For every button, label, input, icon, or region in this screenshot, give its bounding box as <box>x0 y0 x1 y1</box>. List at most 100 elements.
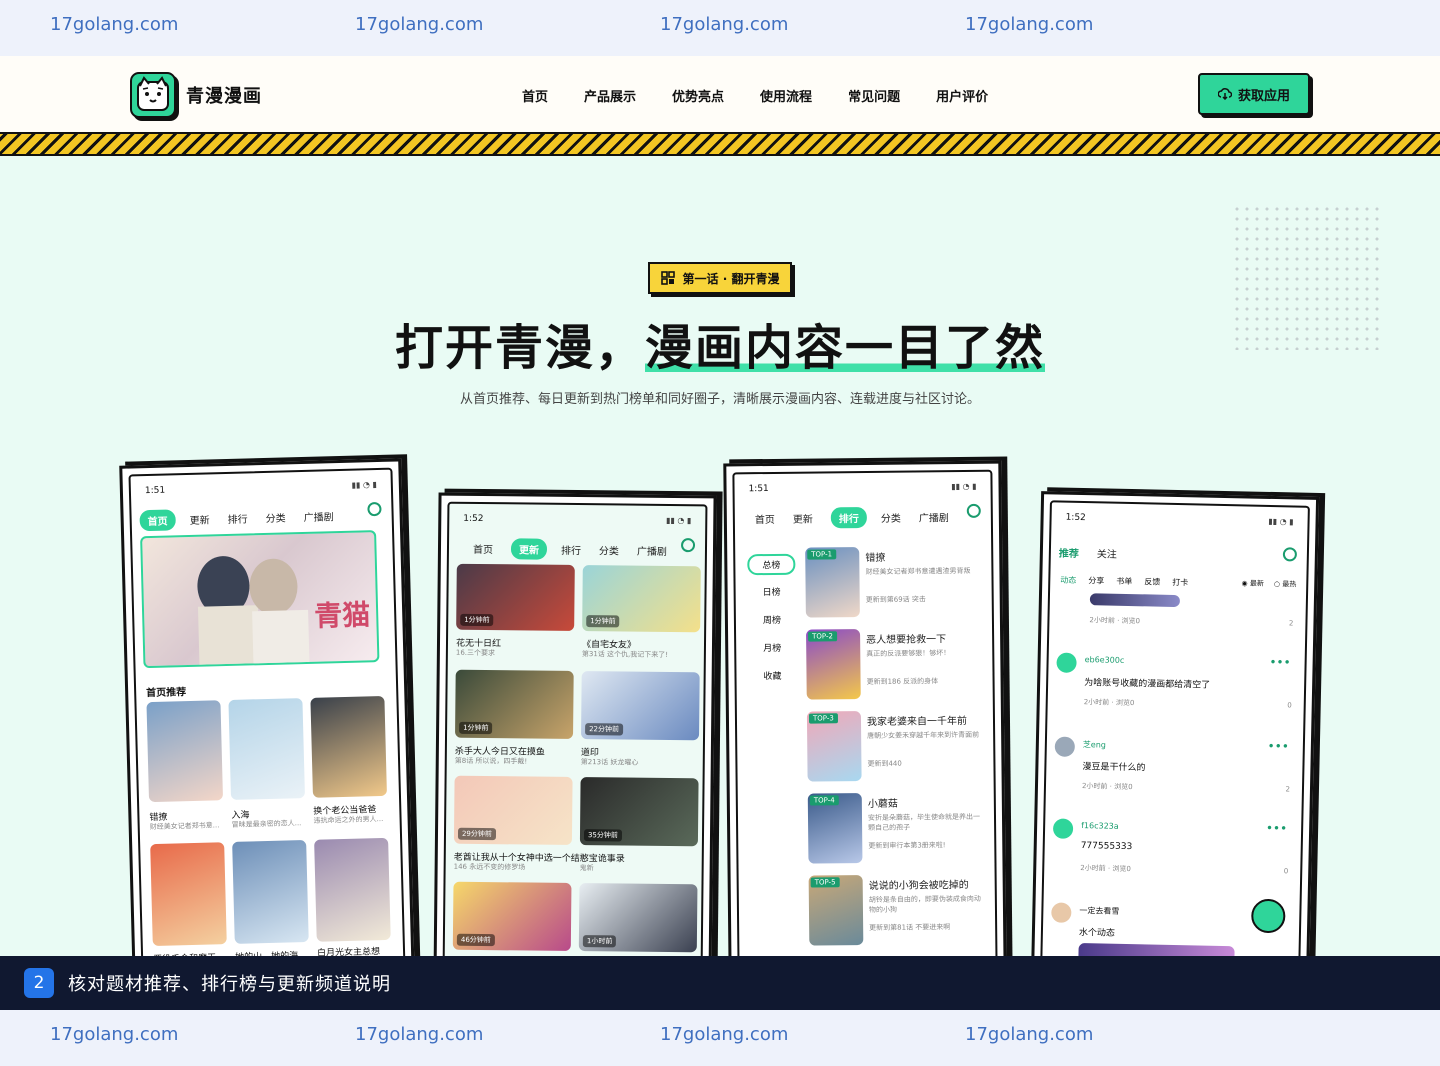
rank-badge: TOP-3 <box>808 713 838 724</box>
sort-hot[interactable]: ○ 最热 <box>1274 579 1297 589</box>
post-meta: 2小时前 · 浏览0 <box>1089 616 1141 626</box>
home-banner[interactable]: 青猫 <box>140 530 380 669</box>
subtab-share[interactable]: 分享 <box>1088 575 1104 586</box>
comic-cover[interactable]: 1分钟前 <box>456 563 575 631</box>
app-logo-icon[interactable] <box>130 72 176 118</box>
tab-follow[interactable]: 关注 <box>1097 545 1117 560</box>
comic-cover[interactable]: TOP-2 <box>806 629 861 700</box>
post-user[interactable]: eb6e300c <box>1085 655 1125 665</box>
avatar[interactable] <box>1054 736 1076 757</box>
avatar[interactable] <box>1056 652 1077 673</box>
rank-badge: TOP-1 <box>807 549 837 560</box>
comic-cover[interactable]: TOP-1 <box>805 547 860 618</box>
tab-rank[interactable]: 排行 <box>227 510 248 526</box>
section-home-recommend: 首页推荐 <box>146 687 187 700</box>
post-meta: 2小时前 · 浏览0 <box>1080 864 1131 874</box>
post-likes[interactable]: 0 <box>1284 867 1289 875</box>
tab-recommend[interactable]: 推荐 <box>1059 545 1079 560</box>
tab-category[interactable]: 分类 <box>881 510 901 525</box>
caption-text: 核对题材推荐、排行榜与更新频道说明 <box>68 974 391 995</box>
comic-cover[interactable] <box>232 840 309 944</box>
rank-side-daily[interactable]: 日榜 <box>748 585 796 614</box>
subtab-checkin[interactable]: 打卡 <box>1172 577 1188 588</box>
menu-item-reviews[interactable]: 用户评价 <box>936 86 988 105</box>
comic-cover[interactable]: 1分钟前 <box>455 669 574 739</box>
chapter-tag: 第一话 · 翻开青漫 <box>648 262 792 294</box>
comic-cover[interactable]: 29分钟前 <box>453 775 573 845</box>
comic-cover[interactable]: 1小时前 <box>578 883 698 953</box>
comic-cover[interactable]: 22分钟前 <box>580 671 700 741</box>
more-icon[interactable]: ••• <box>1266 821 1288 835</box>
subtab-booklist[interactable]: 书单 <box>1116 576 1132 587</box>
comic-cover[interactable]: 1分钟前 <box>582 565 701 633</box>
rank-side-weekly[interactable]: 周榜 <box>748 613 796 642</box>
post-user[interactable]: f16c323a <box>1081 821 1119 831</box>
tab-audio-drama[interactable]: 广播剧 <box>303 508 334 524</box>
update-time: 29分钟前 <box>457 827 496 841</box>
tab-audio-drama[interactable]: 广播剧 <box>919 509 949 524</box>
post-user[interactable]: 一定去看雪 <box>1079 905 1119 917</box>
tab-home[interactable]: 首页 <box>755 511 775 526</box>
subtab-feed[interactable]: 动态 <box>1060 575 1076 586</box>
search-icon[interactable] <box>966 503 981 518</box>
comic-cover[interactable]: TOP-5 <box>808 875 864 946</box>
get-app-button[interactable]: 获取应用 <box>1198 73 1310 115</box>
avatar[interactable] <box>1052 818 1074 839</box>
tab-category[interactable]: 分类 <box>265 509 286 525</box>
comic-cover[interactable]: 46分钟前 <box>452 881 572 951</box>
post-user[interactable]: 芝eng <box>1083 739 1106 750</box>
rank-title: 说说的小狗会被吃掉的 <box>868 879 969 892</box>
tab-category[interactable]: 分类 <box>599 542 619 557</box>
tab-home[interactable]: 首页 <box>139 509 176 532</box>
floating-cat-icon[interactable] <box>1250 898 1286 934</box>
comic-cover[interactable]: TOP-3 <box>806 711 862 782</box>
tab-rank[interactable]: 排行 <box>830 506 867 529</box>
more-icon[interactable]: ••• <box>1267 739 1289 753</box>
hero-title-plain: 打开青漫， <box>394 320 645 376</box>
menu-item-advantages[interactable]: 优势亮点 <box>672 86 724 105</box>
post-likes[interactable]: 2 <box>1285 785 1290 793</box>
comic-cover[interactable] <box>150 842 227 947</box>
get-app-label: 获取应用 <box>1237 88 1290 104</box>
post-image[interactable] <box>1089 593 1181 608</box>
update-time: 22分钟前 <box>585 723 624 736</box>
comic-desc: 冒昧是最亲密的恋人... <box>231 819 302 829</box>
comic-cover[interactable]: 35分钟前 <box>579 777 699 847</box>
comic-cover[interactable] <box>228 698 306 800</box>
rank-badge: TOP-5 <box>810 877 840 888</box>
comic-cover[interactable]: TOP-4 <box>807 793 863 864</box>
update-time: 1分钟前 <box>459 721 493 735</box>
menu-item-home[interactable]: 首页 <box>522 86 548 105</box>
status-icons: ▮▮ ◔ ▮ <box>351 480 377 490</box>
post-text: 为啥账号收藏的漫画都给清空了 <box>1084 678 1211 691</box>
caption-step-number: 2 <box>24 968 54 998</box>
tab-update[interactable]: 更新 <box>510 538 548 560</box>
subtab-feedback[interactable]: 反馈 <box>1144 576 1160 587</box>
rank-side-monthly[interactable]: 月榜 <box>748 641 796 670</box>
rank-side-favorites[interactable]: 收藏 <box>748 669 796 698</box>
tab-update[interactable]: 更新 <box>189 511 210 527</box>
tab-home[interactable]: 首页 <box>473 541 493 556</box>
menu-item-workflow[interactable]: 使用流程 <box>760 86 812 105</box>
post-likes[interactable]: 0 <box>1287 701 1292 709</box>
rank-title: 恶人想要抢救一下 <box>866 634 947 646</box>
comic-cover[interactable] <box>146 700 224 803</box>
post-text: 水个动态 <box>1078 928 1116 939</box>
menu-item-faq[interactable]: 常见问题 <box>848 86 900 105</box>
avatar[interactable] <box>1051 902 1072 923</box>
post-meta: 2小时前 · 浏览0 <box>1083 698 1135 708</box>
comic-cover[interactable] <box>314 837 391 942</box>
tab-update[interactable]: 更新 <box>793 511 813 526</box>
post-likes[interactable]: 2 <box>1289 619 1294 627</box>
rank-update: 更新到第69话 突击 <box>865 595 926 604</box>
watermark: 17golang.com <box>660 1024 789 1045</box>
tab-audio-drama[interactable]: 广播剧 <box>637 543 667 558</box>
tab-rank[interactable]: 排行 <box>561 542 581 557</box>
rank-side-total[interactable]: 总榜 <box>747 553 796 576</box>
menu-item-products[interactable]: 产品展示 <box>584 86 636 105</box>
more-icon[interactable]: ••• <box>1269 655 1291 669</box>
comic-cover[interactable] <box>310 695 387 798</box>
sort-latest[interactable]: ◉ 最新 <box>1241 578 1265 588</box>
search-icon[interactable] <box>680 538 696 553</box>
sort-options: ◉ 最新 ○ 最热 <box>1241 578 1297 589</box>
